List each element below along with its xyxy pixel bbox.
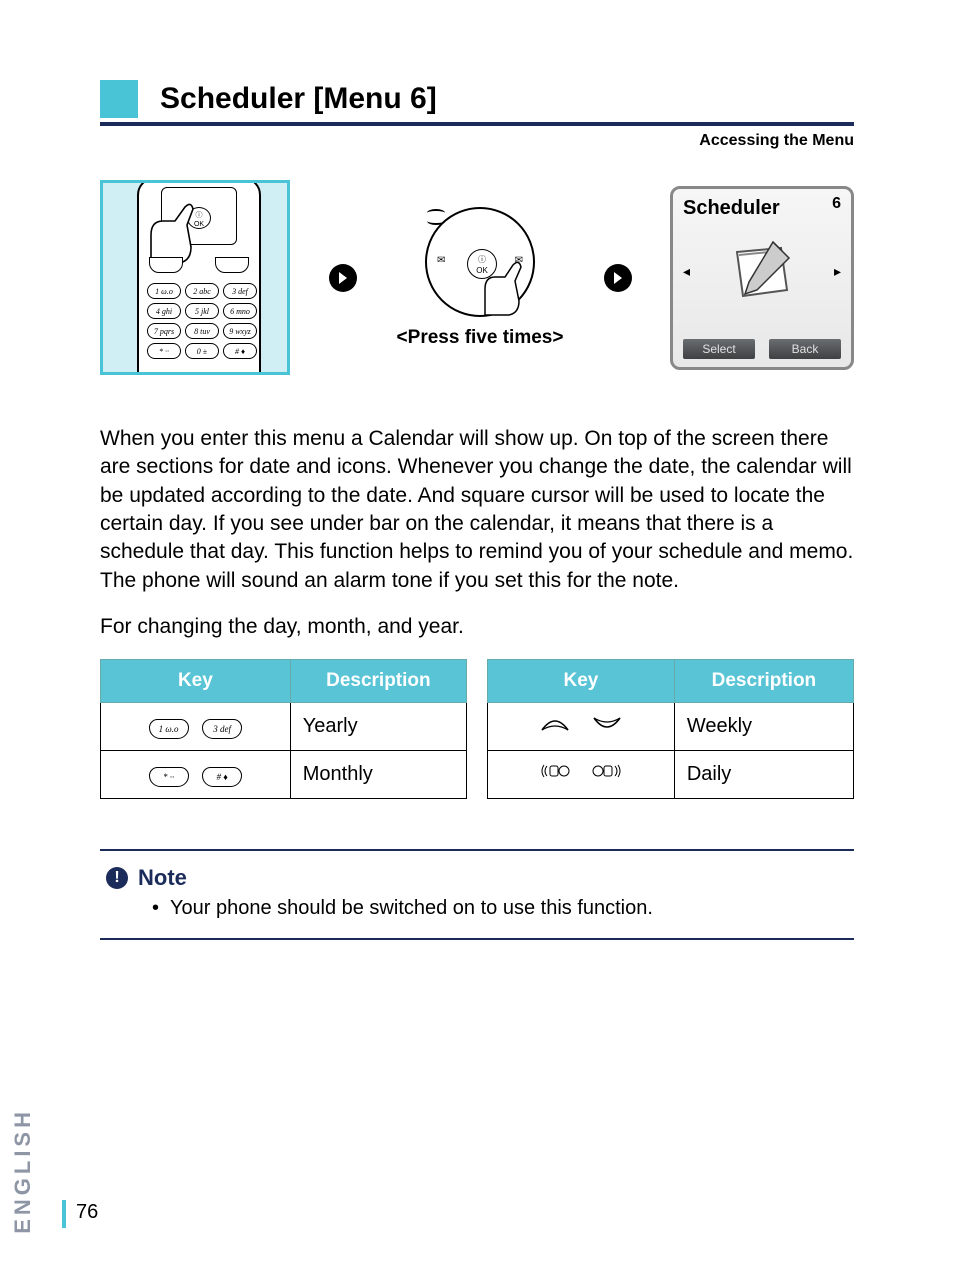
key-7: 7 pqrs bbox=[147, 323, 181, 339]
select-softkey: Select bbox=[683, 339, 755, 359]
nav-right-arrow-icon: ▸ bbox=[834, 263, 841, 280]
nav-left-press-icon bbox=[538, 762, 572, 780]
body-paragraph: When you enter this menu a Calendar will… bbox=[100, 425, 854, 595]
breadcrumb: Accessing the Menu bbox=[100, 132, 854, 150]
note-box: ! Note Your phone should be switched on … bbox=[100, 849, 854, 940]
back-softkey: Back bbox=[769, 339, 841, 359]
key-1-icon: 1 ω.ο bbox=[149, 719, 189, 739]
key-0: 0 ± bbox=[185, 343, 219, 359]
nav-left-icon: ✉ bbox=[437, 255, 445, 266]
page-number: 76 bbox=[76, 1201, 98, 1224]
key-1: 1 ω.ο bbox=[147, 283, 181, 299]
body-paragraph: For changing the day, month, and year. bbox=[100, 613, 854, 641]
key-8: 8 tuv bbox=[185, 323, 219, 339]
table-row: 1 ω.ο 3 def Yearly bbox=[101, 703, 467, 751]
info-icon: ! bbox=[106, 867, 128, 889]
key-4: 4 ghi bbox=[147, 303, 181, 319]
phone-keypad: 1 ω.ο 2 abc 3 def 4 ghi 5 jkl 6 mno 7 pq… bbox=[147, 283, 257, 359]
key-3: 3 def bbox=[223, 283, 257, 299]
left-softkey-icon bbox=[149, 257, 183, 273]
table-desc: Monthly bbox=[290, 751, 466, 799]
softkey-up-left-icon bbox=[538, 715, 572, 733]
note-label: Note bbox=[138, 865, 187, 891]
press-caption: <Press five times> bbox=[397, 327, 564, 349]
table-header-desc: Description bbox=[674, 660, 853, 703]
key-2: 2 abc bbox=[185, 283, 219, 299]
table-header-key: Key bbox=[488, 660, 675, 703]
scheduler-title: Scheduler bbox=[683, 197, 780, 219]
key-star-icon: * ·· bbox=[149, 767, 189, 787]
scheduler-notepad-icon bbox=[725, 238, 799, 306]
arrow-right-icon bbox=[329, 264, 357, 292]
phone-illustration: ⓘ OK 1 ω.ο 2 abc 3 def 4 ghi 5 jkl 6 mno… bbox=[100, 180, 290, 375]
table-header-key: Key bbox=[101, 660, 291, 703]
page-title: Scheduler [Menu 6] bbox=[160, 82, 437, 116]
table-desc: Weekly bbox=[674, 703, 853, 751]
table-row: Weekly bbox=[488, 703, 854, 751]
figure-row: ⓘ OK 1 ω.ο 2 abc 3 def 4 ghi 5 jkl 6 mno… bbox=[100, 180, 854, 375]
pointing-hand-icon bbox=[479, 261, 529, 317]
key-5: 5 jkl bbox=[185, 303, 219, 319]
navigation-pad-illustration: ✉ ✉ ⓘ OK bbox=[425, 207, 535, 317]
scheduler-menu-number: 6 bbox=[832, 195, 841, 213]
key-table-left: Key Description 1 ω.ο 3 def Yearly * ·· … bbox=[100, 659, 467, 799]
nav-left-arrow-icon: ◂ bbox=[683, 263, 690, 280]
key-3-icon: 3 def bbox=[202, 719, 242, 739]
key-hash-icon: # ♦ bbox=[202, 767, 242, 787]
section-marker bbox=[100, 80, 138, 118]
page-number-marker bbox=[62, 1200, 66, 1228]
nav-right-press-icon bbox=[590, 762, 624, 780]
scheduler-screen-mock: Scheduler 6 ◂ ▸ Select bbox=[670, 186, 854, 370]
key-hash: # ♦ bbox=[223, 343, 257, 359]
softkey-up-right-icon bbox=[590, 715, 624, 733]
table-header-desc: Description bbox=[290, 660, 466, 703]
right-softkey-icon bbox=[215, 257, 249, 273]
key-table-right: Key Description Weekly bbox=[487, 659, 854, 799]
table-desc: Yearly bbox=[290, 703, 466, 751]
language-tab: ENGLISH bbox=[10, 1108, 36, 1234]
table-row: Daily bbox=[488, 751, 854, 799]
key-9: 9 wxyz bbox=[223, 323, 257, 339]
key-star: * ·· bbox=[147, 343, 181, 359]
key-6: 6 mno bbox=[223, 303, 257, 319]
table-row: * ·· # ♦ Monthly bbox=[101, 751, 467, 799]
note-item: Your phone should be switched on to use … bbox=[152, 897, 848, 920]
table-desc: Daily bbox=[674, 751, 853, 799]
title-underline bbox=[100, 122, 854, 126]
arrow-right-icon bbox=[604, 264, 632, 292]
